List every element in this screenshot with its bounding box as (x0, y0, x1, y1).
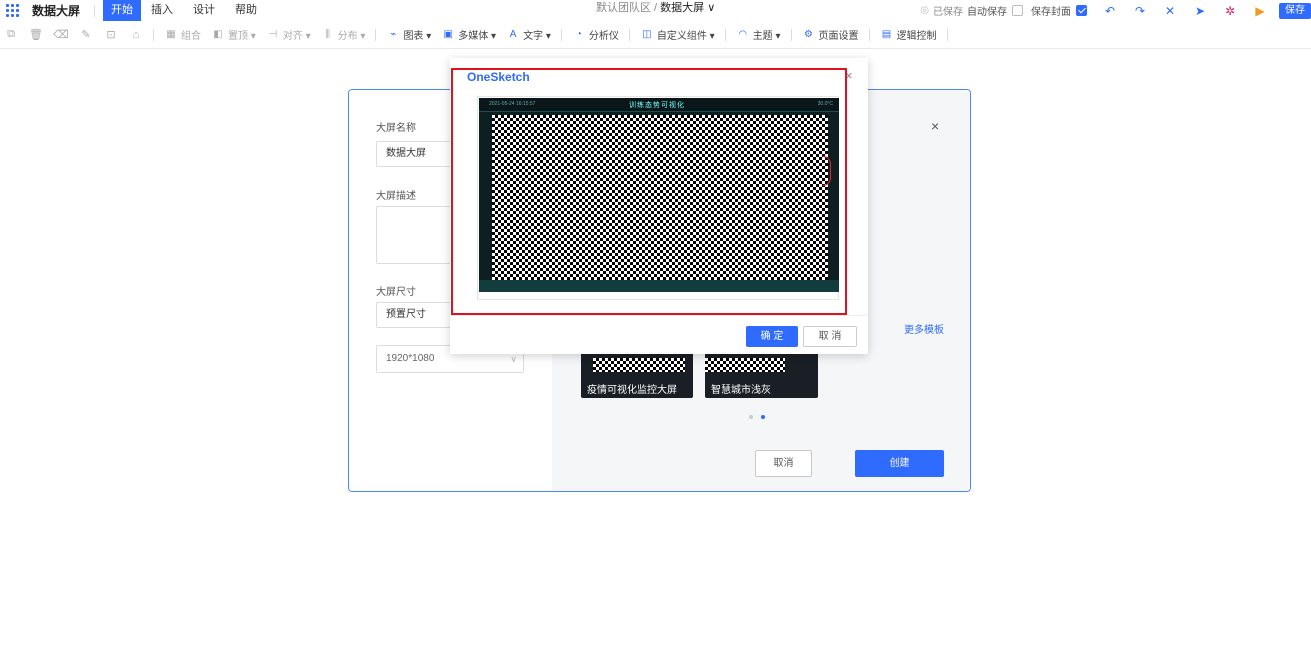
media-icon: ▣ (443, 29, 453, 40)
save-cover-label: 保存封面 (1031, 7, 1071, 18)
distribute-button[interactable]: ⫼ 分布 ▾ (322, 27, 365, 42)
lock-icon[interactable]: ⊡ (104, 28, 118, 42)
carousel-dot-active[interactable] (761, 415, 765, 419)
custom-component-button[interactable]: ◫ 自定义组件 ▾ (641, 27, 715, 42)
breadcrumb-doc[interactable]: 数据大屏 ∨ (660, 2, 715, 14)
carousel-dots (749, 415, 773, 419)
eraser-icon[interactable]: ⌫ (53, 28, 69, 42)
save-button[interactable]: 保存 (1279, 2, 1311, 19)
right-tools: ◎ 已保存 自动保存 保存封面 ↶ ↷ ✕ ➤ ✲ ▶ 保存 (920, 0, 1311, 21)
create-button[interactable]: 创建 (855, 450, 944, 477)
app-title: 数据大屏 (32, 4, 81, 18)
delete-icon[interactable]: 🗑︎ (29, 28, 43, 42)
toolbar-divider (790, 28, 792, 41)
onesketch-ok-button[interactable]: 确 定 (746, 326, 798, 347)
toolbar: ⧉ 🗑︎ ⌫ ✎ ⊡ ⌂ ▦ 组合 ◧ 置顶 ▾ ⊣ 对齐 ▾ ⫼ 分布 ▾ ⌁ 图表 ▾… (0, 21, 1311, 49)
page-settings-icon: ⚙ (804, 29, 813, 40)
size-value: 1920*1080 (386, 353, 435, 364)
send-icon[interactable]: ➤ (1193, 4, 1207, 18)
undo-icon[interactable]: ↶ (1103, 4, 1117, 18)
redo-icon[interactable]: ↷ (1133, 4, 1147, 18)
custom-component-icon: ◫ (642, 29, 652, 40)
screen-size-label: 大屏尺寸 (376, 287, 416, 298)
onesketch-dialog: OneSketch × 2021-05-24 16:15:57 训练态势可视化 … (450, 58, 868, 354)
carousel-dot[interactable] (749, 415, 753, 419)
template-thumbnail (705, 358, 785, 372)
onesketch-close-icon[interactable]: × (845, 68, 853, 83)
preview-placeholder-pattern (492, 115, 828, 281)
toolbar-divider (724, 28, 726, 41)
template-name: 智慧城市浅灰 (711, 385, 771, 396)
tab-help[interactable]: 帮助 (225, 0, 267, 21)
copy-icon[interactable]: ⧉ (4, 28, 18, 42)
save-cover-checkbox[interactable] (1076, 5, 1087, 16)
onesketch-title: OneSketch (467, 70, 530, 84)
preview-title: 训练态势可视化 (629, 102, 685, 109)
onesketch-preview-frame: 2021-05-24 16:15:57 训练态势可视化 30.0°C (477, 96, 839, 300)
align-icon: ⊣ (268, 29, 278, 40)
preview-gauge-arc (823, 156, 831, 186)
align-button[interactable]: ⊣ 对齐 ▾ (267, 27, 310, 42)
template-thumbnail (593, 358, 685, 372)
unlock-icon[interactable]: ⌂ (129, 28, 143, 42)
chart-button[interactable]: ⌁ 图表 ▾ (387, 27, 431, 42)
logic-control-button[interactable]: ▤ 逻辑控制 (881, 27, 937, 42)
toolbar-divider (628, 28, 630, 41)
page-settings-button[interactable]: ⚙ 页面设置 (803, 27, 858, 42)
breadcrumb: 默认团队区 / 数据大屏 ∨ (596, 0, 715, 21)
toolbar-divider (946, 28, 948, 41)
create-cancel-button[interactable]: 取消 (755, 450, 812, 477)
menu-divider (94, 4, 96, 17)
preview-footer-glow (479, 280, 839, 292)
saved-status-icon: ◎ (920, 5, 929, 16)
media-button[interactable]: ▣ 多媒体 ▾ (442, 27, 497, 42)
text-button[interactable]: A 文字 ▾ (507, 27, 551, 42)
layer-top-button[interactable]: ◧ 置顶 ▾ (212, 27, 256, 42)
toolbar-divider (560, 28, 562, 41)
analyzer-icon: ◔ (575, 29, 582, 40)
template-name: 疫情可视化监控大屏 (587, 385, 677, 396)
apps-grid-icon[interactable] (6, 3, 20, 18)
theme-icon: ◠ (738, 29, 748, 40)
breadcrumb-team[interactable]: 默认团队区 / (596, 2, 660, 14)
text-icon: A (509, 29, 517, 40)
theme-button[interactable]: ◠ 主题 ▾ (737, 27, 780, 42)
dialog-footer-divider (450, 315, 868, 316)
group-icon: ▦ (166, 29, 176, 40)
close-x-icon[interactable]: ✕ (1163, 4, 1177, 18)
saved-status: 已保存 (933, 7, 963, 18)
logic-control-icon: ▤ (881, 29, 892, 40)
edit-icon[interactable]: ✎ (79, 28, 93, 42)
autosave-label: 自动保存 (967, 7, 1007, 18)
distribute-icon: ⫼ (325, 29, 330, 40)
create-dialog-close-icon[interactable]: × (931, 118, 939, 134)
share-icon[interactable]: ✲ (1223, 4, 1237, 18)
menubar: 数据大屏 开始 插入 设计 帮助 默认团队区 / 数据大屏 ∨ ◎ 已保存 自动… (0, 0, 1311, 21)
toolbar-divider (375, 28, 377, 41)
tab-start[interactable]: 开始 (103, 0, 142, 21)
screen-desc-label: 大屏描述 (376, 191, 416, 202)
onesketch-cancel-button[interactable]: 取 消 (803, 326, 857, 347)
toolbar-divider (153, 28, 154, 41)
analyzer-button[interactable]: ◔ 分析仪 (573, 27, 619, 42)
preview-play-icon[interactable]: ▶ (1253, 4, 1267, 18)
onesketch-preview-image: 2021-05-24 16:15:57 训练态势可视化 30.0°C (479, 98, 839, 292)
chart-icon: ⌁ (390, 29, 397, 40)
layer-top-icon: ◧ (213, 29, 223, 40)
toolbar-divider (868, 28, 870, 41)
more-templates-link[interactable]: 更多模板 (904, 321, 944, 336)
autosave-checkbox[interactable] (1012, 5, 1023, 16)
tab-design[interactable]: 设计 (183, 0, 225, 21)
screen-name-label: 大屏名称 (376, 123, 416, 134)
preview-time: 2021-05-24 16:15:57 (489, 101, 536, 107)
group-button[interactable]: ▦ 组合 (165, 27, 201, 42)
tab-insert[interactable]: 插入 (141, 0, 183, 21)
preview-weather: 30.0°C (817, 101, 833, 107)
